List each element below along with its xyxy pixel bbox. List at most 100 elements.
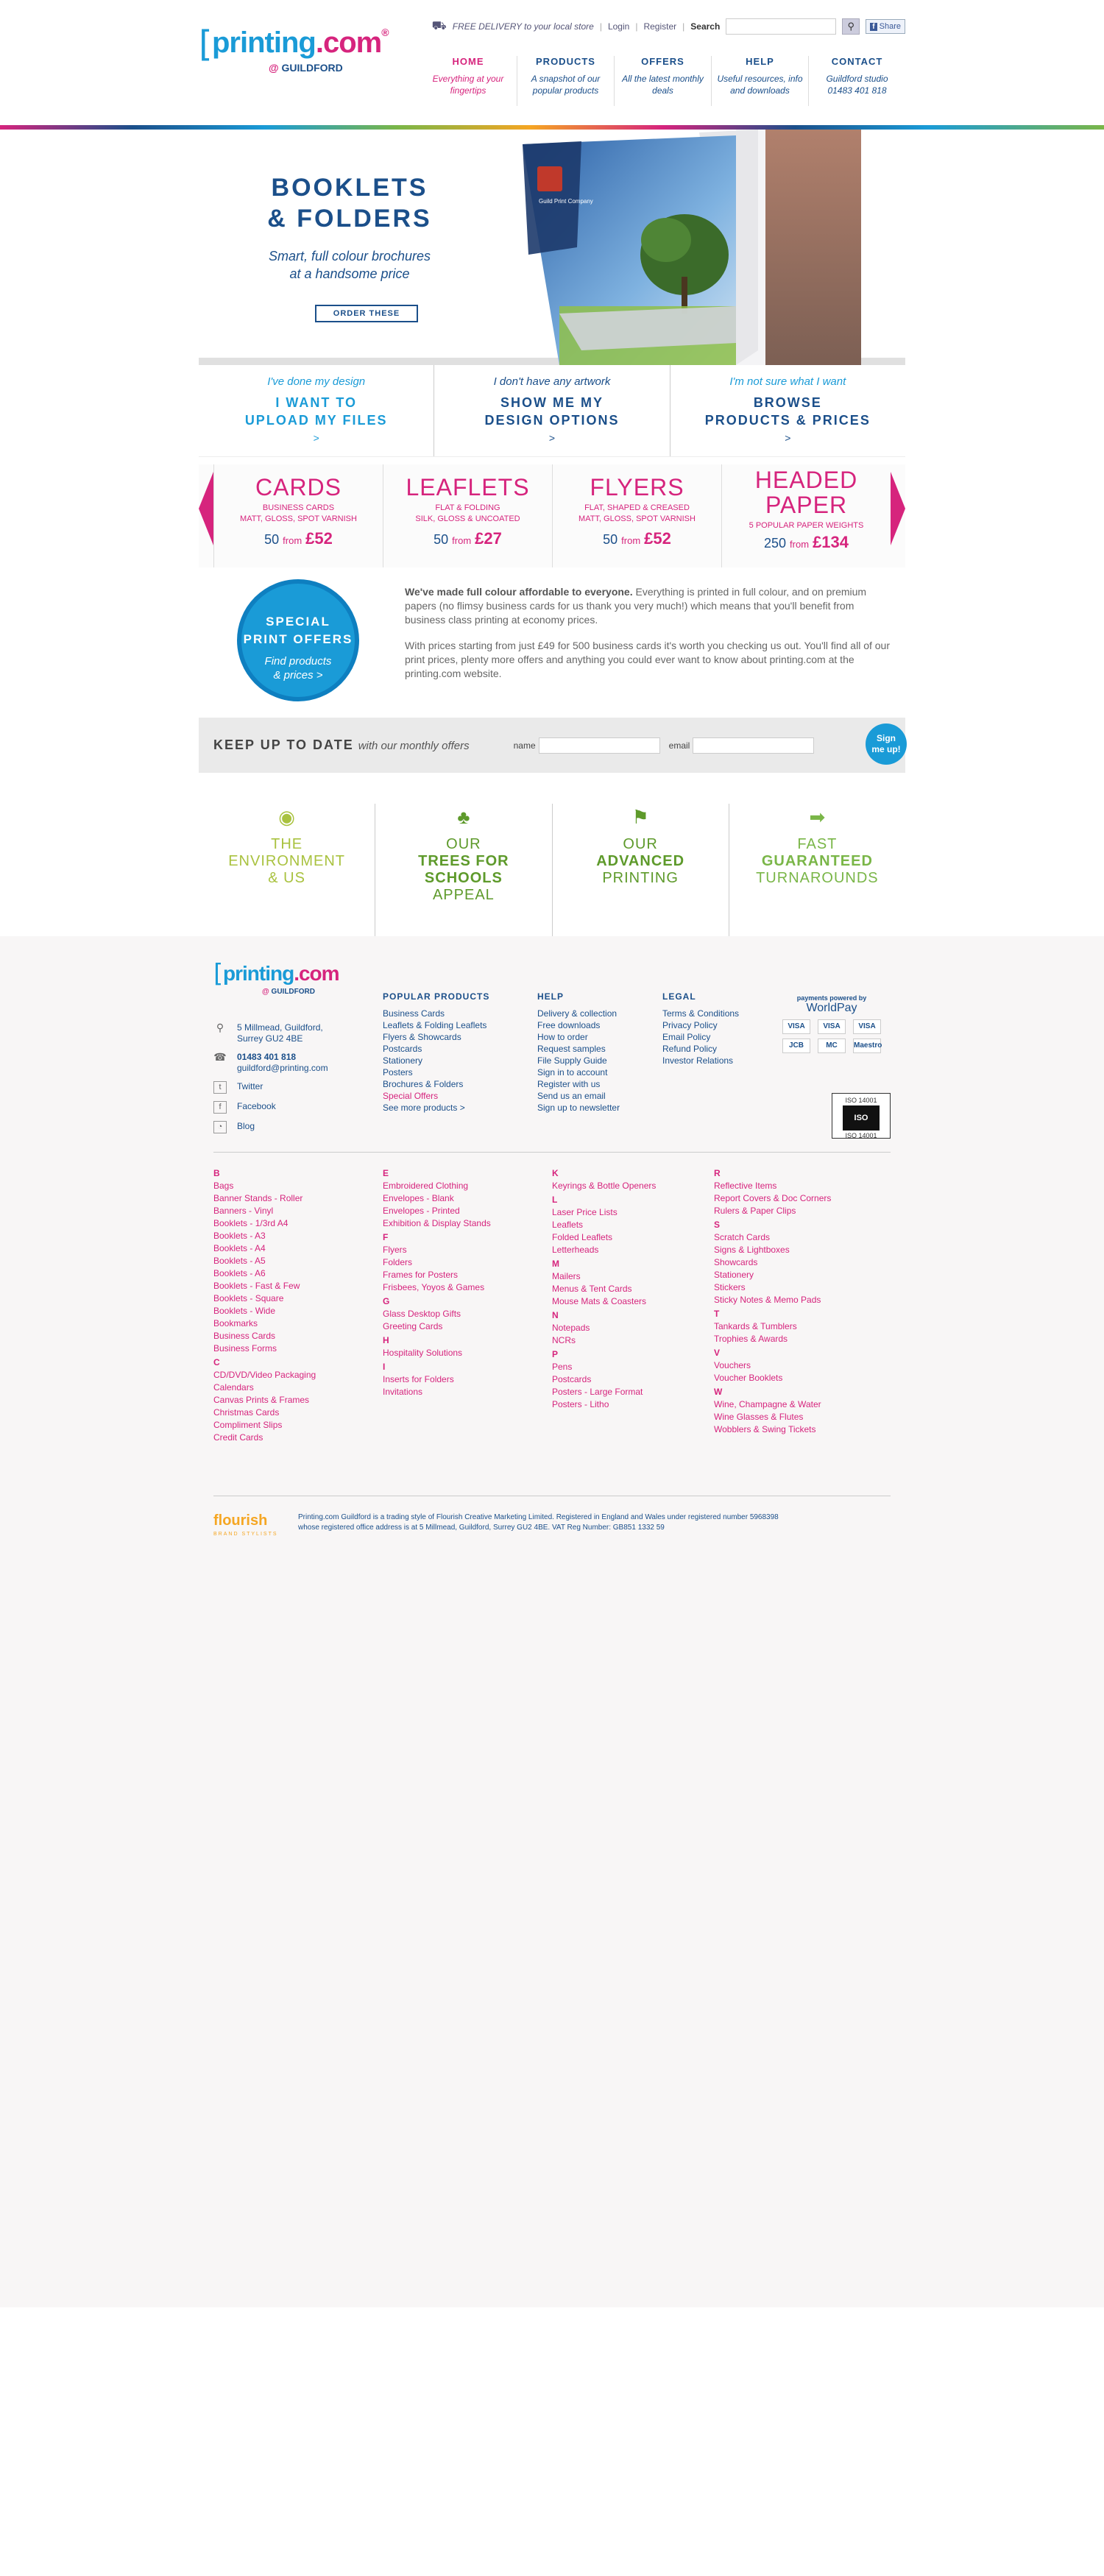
index-product-link[interactable]: Menus & Tent Cards <box>552 1283 656 1295</box>
footer-help-link[interactable]: Sign in to account <box>537 1066 620 1078</box>
index-product-link[interactable]: Booklets - Fast & Few <box>213 1280 316 1292</box>
index-product-link[interactable]: Laser Price Lists <box>552 1206 656 1219</box>
index-product-link[interactable]: Envelopes - Blank <box>383 1192 491 1205</box>
index-product-link[interactable]: Mouse Mats & Coasters <box>552 1295 656 1308</box>
index-product-link[interactable]: Booklets - A3 <box>213 1230 316 1242</box>
blog-link[interactable]: ◔ Blog <box>213 1121 361 1133</box>
index-product-link[interactable]: Stationery <box>714 1269 831 1281</box>
search-button[interactable]: ⚲ <box>842 18 860 35</box>
index-product-link[interactable]: Trophies & Awards <box>714 1333 831 1345</box>
trees-for-schools-link[interactable]: ♣ OUR TREES FOR SCHOOLS APPEAL <box>375 804 551 936</box>
footer-product-link[interactable]: Special Offers <box>383 1090 489 1102</box>
footer-legal-link[interactable]: Refund Policy <box>662 1043 739 1055</box>
index-product-link[interactable]: Postcards <box>552 1373 656 1386</box>
search-input[interactable] <box>726 18 837 35</box>
index-product-link[interactable]: Booklets - Square <box>213 1292 316 1305</box>
footer-help-link[interactable]: Delivery & collection <box>537 1008 620 1019</box>
index-product-link[interactable]: Booklets - A4 <box>213 1242 316 1255</box>
facebook-share-button[interactable]: f Share <box>866 19 905 34</box>
index-product-link[interactable]: Report Covers & Doc Corners <box>714 1192 831 1205</box>
footer-help-link[interactable]: Request samples <box>537 1043 620 1055</box>
index-product-link[interactable]: Credit Cards <box>213 1432 316 1444</box>
index-product-link[interactable]: Greeting Cards <box>383 1320 491 1333</box>
product-flyers[interactable]: FLYERS FLAT, SHAPED & CREASED MATT, GLOSS… <box>552 464 721 567</box>
footer-help-link[interactable]: Free downloads <box>537 1019 620 1031</box>
index-product-link[interactable]: Wine, Champagne & Water <box>714 1398 831 1411</box>
footer-help-link[interactable]: Register with us <box>537 1078 620 1090</box>
index-product-link[interactable]: Bags <box>213 1180 316 1192</box>
index-product-link[interactable]: Booklets - 1/3rd A4 <box>213 1217 316 1230</box>
index-product-link[interactable]: Envelopes - Printed <box>383 1205 491 1217</box>
email-link[interactable]: guildford@printing.com <box>237 1063 328 1073</box>
index-product-link[interactable]: Posters - Litho <box>552 1398 656 1411</box>
footer-help-link[interactable]: File Supply Guide <box>537 1055 620 1066</box>
index-product-link[interactable]: Leaflets <box>552 1219 656 1231</box>
login-link[interactable]: Login <box>608 21 629 32</box>
index-product-link[interactable]: Exhibition & Display Stands <box>383 1217 491 1230</box>
footer-product-link[interactable]: See more products > <box>383 1102 489 1114</box>
index-product-link[interactable]: Scratch Cards <box>714 1231 831 1244</box>
nav-products[interactable]: PRODUCTS A snapshot of our popular produc… <box>517 56 614 106</box>
index-product-link[interactable]: Folded Leaflets <box>552 1231 656 1244</box>
index-product-link[interactable]: Rulers & Paper Clips <box>714 1205 831 1217</box>
index-product-link[interactable]: Hospitality Solutions <box>383 1347 491 1359</box>
index-product-link[interactable]: Wobblers & Swing Tickets <box>714 1423 831 1436</box>
index-product-link[interactable]: Notepads <box>552 1322 656 1334</box>
footer-product-link[interactable]: Flyers & Showcards <box>383 1031 489 1043</box>
newsletter-email-input[interactable] <box>693 737 815 754</box>
index-product-link[interactable]: Frames for Posters <box>383 1269 491 1281</box>
index-product-link[interactable]: Tankards & Tumblers <box>714 1320 831 1333</box>
index-product-link[interactable]: Booklets - A5 <box>213 1255 316 1267</box>
footer-legal-link[interactable]: Terms & Conditions <box>662 1008 739 1019</box>
index-product-link[interactable]: Inserts for Folders <box>383 1373 491 1386</box>
nav-contact[interactable]: CONTACT Guildford studio 01483 401 818 <box>808 56 905 106</box>
fast-turnarounds-link[interactable]: ➡ FAST GUARANTEED TURNAROUNDS <box>728 804 905 936</box>
index-product-link[interactable]: Reflective Items <box>714 1180 831 1192</box>
index-product-link[interactable]: Banner Stands - Roller <box>213 1192 316 1205</box>
design-options-panel[interactable]: I don't have any artwork SHOW ME MY DESIG… <box>434 365 669 456</box>
index-product-link[interactable]: Showcards <box>714 1256 831 1269</box>
product-headed-paper[interactable]: HEADED PAPER 5 POPULAR PAPER WEIGHTS 250 … <box>721 464 891 567</box>
footer-product-link[interactable]: Leaflets & Folding Leaflets <box>383 1019 489 1031</box>
register-link[interactable]: Register <box>643 21 676 32</box>
footer-product-link[interactable]: Postcards <box>383 1043 489 1055</box>
nav-help[interactable]: HELP Useful resources, info and downloads <box>711 56 808 106</box>
index-product-link[interactable]: Letterheads <box>552 1244 656 1256</box>
index-product-link[interactable]: Signs & Lightboxes <box>714 1244 831 1256</box>
index-product-link[interactable]: Booklets - Wide <box>213 1305 316 1317</box>
environment-link[interactable]: ◉ THE ENVIRONMENT & US <box>199 804 375 936</box>
facebook-link[interactable]: f Facebook <box>213 1101 361 1114</box>
sign-me-up-button[interactable]: Sign me up! <box>866 723 907 765</box>
twitter-link[interactable]: t Twitter <box>213 1081 361 1094</box>
index-product-link[interactable]: Flyers <box>383 1244 491 1256</box>
upload-files-panel[interactable]: I've done my design I WANT TO UPLOAD MY F… <box>199 365 434 456</box>
nav-offers[interactable]: OFFERS All the latest monthly deals <box>614 56 711 106</box>
carousel-prev-arrow[interactable] <box>199 472 213 545</box>
footer-logo[interactable]: [ printing.com @ GUILDFORD <box>213 959 346 1003</box>
product-leaflets[interactable]: LEAFLETS FLAT & FOLDING SILK, GLOSS & UNC… <box>383 464 552 567</box>
footer-help-link[interactable]: Sign up to newsletter <box>537 1102 620 1114</box>
product-cards[interactable]: CARDS BUSINESS CARDS MATT, GLOSS, SPOT VA… <box>213 464 383 567</box>
index-product-link[interactable]: Glass Desktop Gifts <box>383 1308 491 1320</box>
footer-help-link[interactable]: How to order <box>537 1031 620 1043</box>
index-product-link[interactable]: Business Forms <box>213 1342 316 1355</box>
flourish-logo[interactable]: flourish <box>213 1512 267 1529</box>
index-product-link[interactable]: Voucher Booklets <box>714 1372 831 1384</box>
index-product-link[interactable]: Mailers <box>552 1270 656 1283</box>
index-product-link[interactable]: Embroidered Clothing <box>383 1180 491 1192</box>
index-product-link[interactable]: Bookmarks <box>213 1317 316 1330</box>
index-product-link[interactable]: Frisbees, Yoyos & Games <box>383 1281 491 1294</box>
index-product-link[interactable]: Folders <box>383 1256 491 1269</box>
order-these-button[interactable]: ORDER THESE <box>315 305 418 322</box>
footer-product-link[interactable]: Business Cards <box>383 1008 489 1019</box>
index-product-link[interactable]: Booklets - A6 <box>213 1267 316 1280</box>
nav-home[interactable]: HOME Everything at your fingertips <box>420 56 517 106</box>
index-product-link[interactable]: Posters - Large Format <box>552 1386 656 1398</box>
index-product-link[interactable]: Compliment Slips <box>213 1419 316 1432</box>
newsletter-name-input[interactable] <box>538 737 660 754</box>
footer-product-link[interactable]: Brochures & Folders <box>383 1078 489 1090</box>
browse-products-panel[interactable]: I'm not sure what I want BROWSE PRODUCTS … <box>669 365 905 456</box>
index-product-link[interactable]: Invitations <box>383 1386 491 1398</box>
footer-help-link[interactable]: Send us an email <box>537 1090 620 1102</box>
footer-product-link[interactable]: Posters <box>383 1066 489 1078</box>
